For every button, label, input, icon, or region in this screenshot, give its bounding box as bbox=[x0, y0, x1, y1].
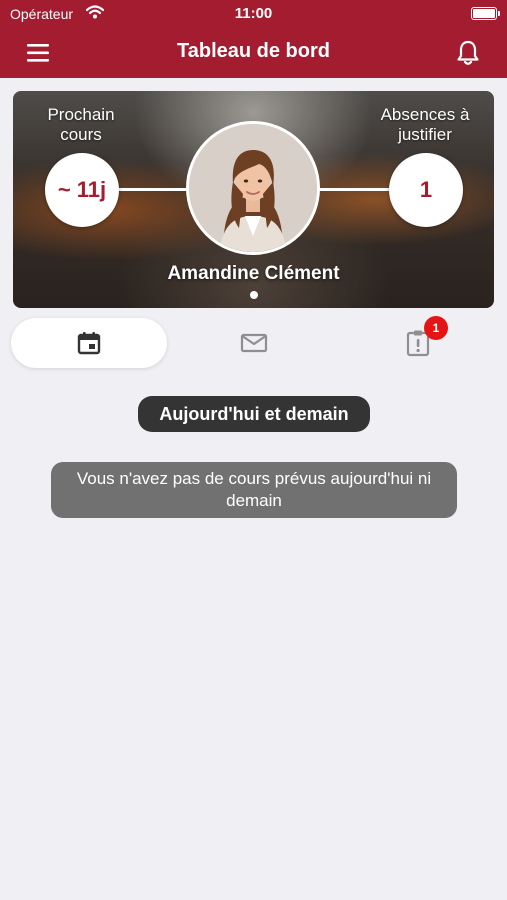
avatar[interactable] bbox=[186, 121, 320, 255]
tab-absences[interactable] bbox=[340, 318, 496, 368]
student-portrait bbox=[189, 124, 317, 252]
next-course-label: Prochain cours bbox=[47, 105, 115, 144]
envelope-icon bbox=[240, 333, 268, 353]
page-indicator-dot bbox=[250, 291, 258, 299]
status-bar: Opérateur 11:00 bbox=[0, 0, 507, 28]
absences-badge: 1 bbox=[424, 316, 448, 340]
tab-messages[interactable] bbox=[176, 318, 332, 368]
calendar-icon bbox=[77, 332, 101, 355]
tab-schedule[interactable] bbox=[11, 318, 167, 368]
top-bar: Opérateur 11:00 Tableau de bord bbox=[0, 0, 507, 78]
student-name: Amandine Clément bbox=[167, 263, 340, 284]
absences-value[interactable]: 1 bbox=[389, 153, 463, 227]
dashboard-hero[interactable]: Prochain cours Absences à justifier ~ 11… bbox=[13, 91, 494, 308]
clock: 11:00 bbox=[234, 5, 273, 22]
section-title: Aujourd'hui et demain bbox=[138, 396, 370, 432]
navigation-bar: Tableau de bord bbox=[0, 28, 507, 78]
page-title: Tableau de bord bbox=[177, 40, 330, 62]
battery-icon bbox=[471, 7, 500, 20]
next-course-value[interactable]: ~ 11j bbox=[45, 153, 119, 227]
connector-line bbox=[117, 188, 189, 191]
connector-line bbox=[319, 188, 391, 191]
bell-icon[interactable] bbox=[453, 38, 483, 68]
empty-schedule-message: Vous n'avez pas de cours prévus aujourd'… bbox=[51, 462, 457, 518]
absences-label: Absences à justifier bbox=[380, 105, 470, 144]
